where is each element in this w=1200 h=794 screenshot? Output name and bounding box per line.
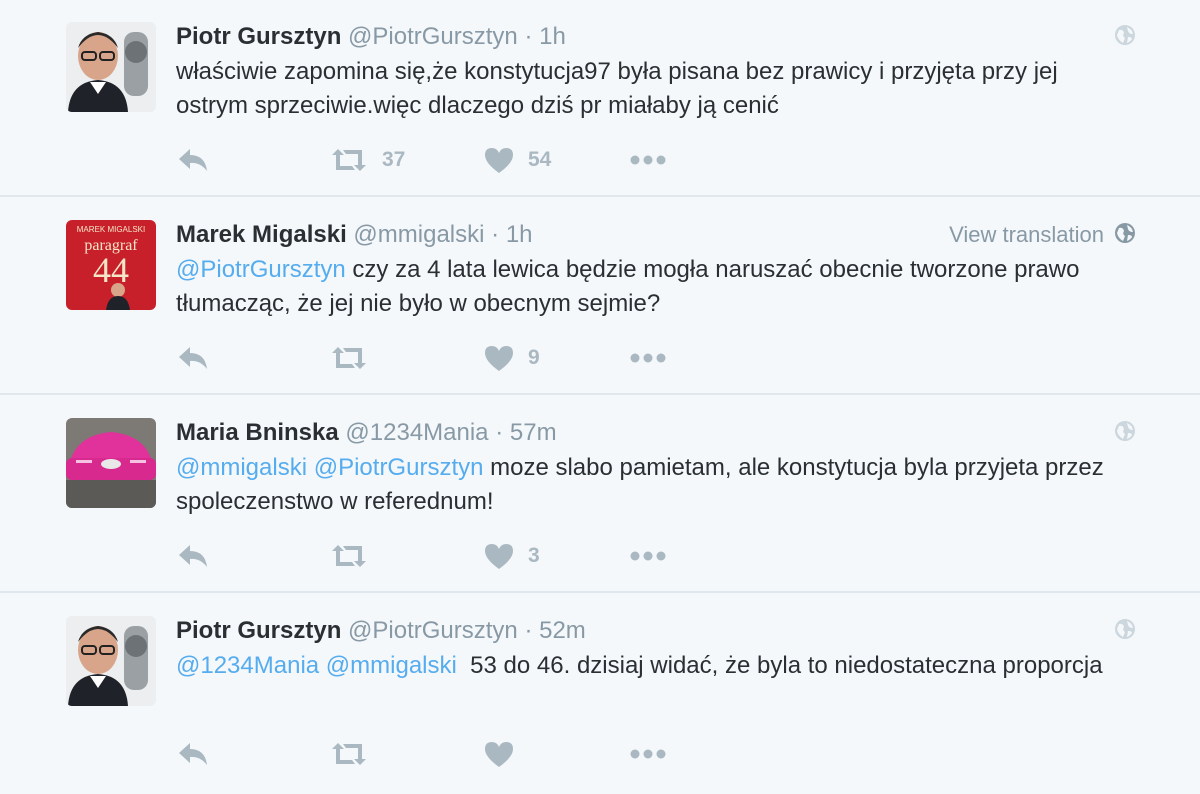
mention-link[interactable]: @PiotrGursztyn	[176, 256, 346, 283]
avatar-text-top: MAREK MIGALSKI	[77, 225, 145, 234]
retweet-button[interactable]	[330, 338, 382, 378]
tweet-actions	[176, 734, 876, 774]
separator: ·	[491, 221, 500, 248]
tweet-text: @1234Mania @mmigalski 53 do 46. dzisiaj …	[176, 649, 1136, 683]
retweet-icon	[332, 743, 366, 765]
author-name[interactable]: Marek Migalski	[176, 221, 347, 248]
more-button[interactable]	[630, 536, 666, 576]
tweet[interactable]: Piotr Gursztyn @PiotrGursztyn · 1h właśc…	[0, 0, 1200, 197]
tweet-text: właściwie zapomina się,że konstytucja97 …	[176, 55, 1136, 123]
tweet[interactable]: MAREK MIGALSKI paragraf 44 Marek Migalsk…	[0, 198, 1200, 395]
separator: ·	[524, 23, 533, 50]
timestamp[interactable]: 1h	[506, 221, 533, 248]
separator: ·	[524, 617, 533, 644]
reply-icon	[179, 545, 207, 567]
timestamp[interactable]: 52m	[539, 617, 586, 644]
tweet-actions: 3	[176, 536, 876, 576]
avatar[interactable]	[66, 616, 156, 706]
tweet[interactable]: Maria Bninska @1234Mania · 57m @mmigalsk…	[0, 396, 1200, 593]
tweet-header: Piotr Gursztyn @PiotrGursztyn · 52m	[176, 614, 1140, 648]
retweet-icon	[332, 545, 366, 567]
retweet-button[interactable]	[330, 536, 382, 576]
author-name[interactable]: Piotr Gursztyn	[176, 617, 341, 644]
like-count: 9	[528, 346, 540, 369]
heart-icon	[485, 346, 513, 371]
avatar-text-num: 44	[93, 250, 129, 290]
author-handle[interactable]: @PiotrGursztyn	[348, 23, 518, 50]
retweet-icon	[332, 149, 366, 171]
author-name[interactable]: Maria Bninska	[176, 419, 339, 446]
more-button[interactable]	[630, 734, 666, 774]
mention-link[interactable]: @mmigalski	[326, 652, 457, 679]
heart-icon	[485, 544, 513, 569]
more-icon	[630, 353, 666, 363]
avatar[interactable]	[66, 22, 156, 112]
tweet-text: @mmigalski @PiotrGursztyn moze slabo pam…	[176, 451, 1136, 519]
more-button[interactable]	[630, 338, 666, 378]
globe-icon	[1114, 618, 1136, 640]
reply-button[interactable]	[176, 338, 210, 378]
heart-icon	[485, 148, 513, 173]
author-handle[interactable]: @1234Mania	[345, 419, 488, 446]
mention-link[interactable]: @1234Mania	[176, 652, 319, 679]
retweet-icon	[332, 347, 366, 369]
timestamp[interactable]: 57m	[510, 419, 557, 446]
tweet-actions: 9	[176, 338, 876, 378]
tweet-body: właściwie zapomina się,że konstytucja97 …	[176, 58, 1058, 119]
mention-link[interactable]: @PiotrGursztyn	[314, 454, 484, 481]
avatar[interactable]	[66, 418, 156, 508]
separator: ·	[495, 419, 504, 446]
author-name[interactable]: Piotr Gursztyn	[176, 23, 341, 50]
globe-icon	[1114, 222, 1136, 244]
reply-button[interactable]	[176, 140, 210, 180]
reply-button[interactable]	[176, 734, 210, 774]
author-handle[interactable]: @PiotrGursztyn	[348, 617, 518, 644]
timestamp[interactable]: 1h	[539, 23, 566, 50]
reply-icon	[179, 743, 207, 765]
retweet-button[interactable]	[330, 734, 382, 774]
like-button[interactable]: 3	[484, 536, 540, 576]
more-icon	[630, 551, 666, 561]
view-translation-link[interactable]: View translation	[949, 218, 1104, 252]
like-button[interactable]	[484, 734, 528, 774]
tweet-actions: 37 54	[176, 140, 876, 180]
avatar[interactable]: MAREK MIGALSKI paragraf 44	[66, 220, 156, 310]
more-icon	[630, 749, 666, 759]
heart-icon	[485, 742, 513, 767]
tweet-body: 53 do 46. dzisiaj widać, że byla to nied…	[456, 652, 1103, 679]
retweet-count: 37	[382, 148, 406, 171]
reply-button[interactable]	[176, 536, 210, 576]
tweet-header: Maria Bninska @1234Mania · 57m	[176, 416, 1140, 450]
reply-icon	[179, 149, 207, 171]
reply-icon	[179, 347, 207, 369]
like-button[interactable]: 9	[484, 338, 540, 378]
globe-icon	[1114, 24, 1136, 46]
tweet-header: Piotr Gursztyn @PiotrGursztyn · 1h	[176, 20, 1140, 54]
like-count: 3	[528, 544, 540, 567]
tweet[interactable]: Piotr Gursztyn @PiotrGursztyn · 52m @123…	[0, 594, 1200, 794]
more-icon	[630, 155, 666, 165]
retweet-button[interactable]: 37	[330, 140, 405, 180]
globe-icon	[1114, 420, 1136, 442]
like-button[interactable]: 54	[484, 140, 551, 180]
author-handle[interactable]: @mmigalski	[353, 221, 484, 248]
tweet-text: @PiotrGursztyn czy za 4 lata lewica będz…	[176, 253, 1136, 321]
mention-link[interactable]: @mmigalski	[176, 454, 307, 481]
more-button[interactable]	[630, 140, 666, 180]
like-count: 54	[528, 148, 552, 171]
